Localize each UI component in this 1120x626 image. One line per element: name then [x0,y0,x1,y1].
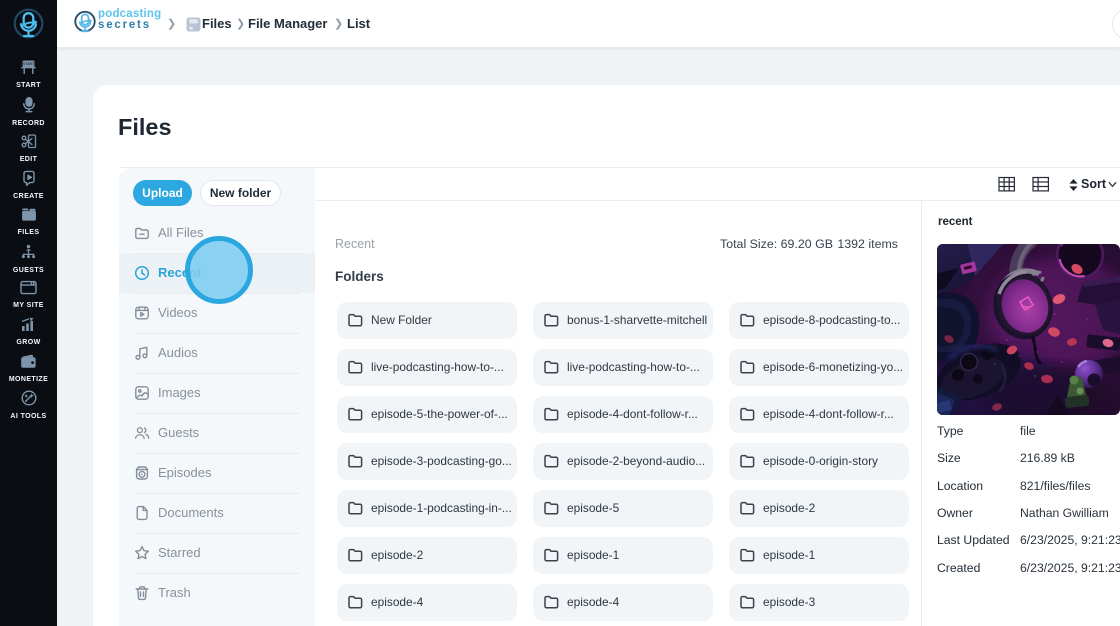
svg-text:START: START [23,62,35,66]
